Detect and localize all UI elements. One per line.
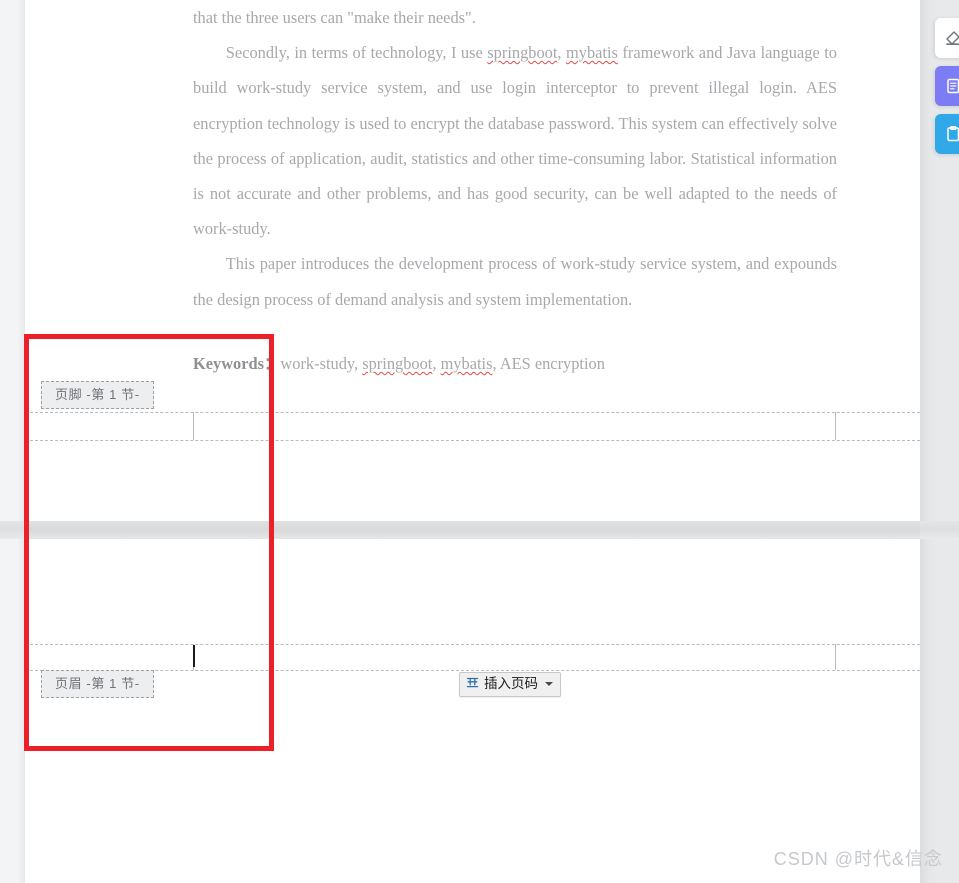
keywords-line[interactable]: Keywords：work-study, springboot, mybatis… (193, 350, 893, 374)
keyword-aes-encryption: AES encryption (499, 354, 605, 373)
header-top-dashed-line (25, 644, 920, 645)
keyword-sep: , (432, 354, 441, 373)
misspelled-word-mybatis[interactable]: mybatis (566, 43, 618, 62)
paragraph-secondly[interactable]: Secondly, in terms of technology, I use … (193, 35, 837, 246)
document-canvas: that the three users can "make their nee… (0, 0, 959, 883)
paragraph-continuation[interactable]: that the three users can "make their nee… (193, 0, 837, 35)
keyword-sep: , (492, 354, 500, 373)
header-right-corner-tick (835, 644, 836, 670)
keyword-sep: , (354, 354, 363, 373)
footer-section-tag: 页脚 -第 1 节- (41, 381, 154, 409)
footer-bottom-dashed-line (25, 440, 920, 441)
misspelled-keyword-springboot[interactable]: springboot (362, 354, 432, 373)
footer-top-dashed-line (25, 412, 920, 413)
text-run: This paper introduces the development pr… (193, 254, 837, 309)
page-left-shadow (17, 0, 25, 521)
header-section-tag: 页眉 -第 1 节- (41, 670, 154, 698)
csdn-watermark: CSDN @时代&信念 (774, 845, 943, 871)
document-page-2[interactable] (25, 539, 920, 883)
page-right-shadow (920, 539, 936, 883)
text-run: that the three users can "make their nee… (193, 8, 476, 27)
clipboard-tool-button[interactable] (935, 114, 959, 154)
page-left-shadow (17, 539, 25, 883)
header-section-tag-label: 页眉 -第 1 节- (55, 676, 140, 691)
paragraph-this-paper[interactable]: This paper introduces the development pr… (193, 246, 837, 316)
footer-left-corner-tick (193, 412, 194, 440)
page-break-gap-inner (25, 521, 920, 539)
csdn-watermark-text: CSDN @时代&信念 (773, 849, 943, 869)
text-run: , (557, 43, 566, 63)
misspelled-word-springboot[interactable]: springboot (487, 43, 557, 62)
chevron-down-icon[interactable] (545, 682, 553, 686)
page-break-gap (0, 521, 959, 539)
note-icon (944, 77, 959, 95)
keywords-label: Keywords (193, 354, 265, 373)
document-body-text[interactable]: that the three users can "make their nee… (193, 0, 837, 317)
eraser-tool-button[interactable] (935, 18, 959, 58)
header-bottom-dashed-line (25, 670, 920, 671)
footer-right-corner-tick (835, 412, 836, 440)
note-tool-button[interactable] (935, 66, 959, 106)
footer-section-tag-label: 页脚 -第 1 节- (55, 387, 140, 402)
page-right-shadow (920, 0, 936, 521)
insert-page-number-button[interactable]: 插入页码 (459, 672, 561, 697)
floating-toolbar (935, 18, 959, 154)
eraser-icon (944, 29, 959, 47)
clipboard-icon (944, 125, 959, 143)
misspelled-keyword-mybatis[interactable]: mybatis (441, 354, 493, 373)
insert-page-number-label: 插入页码 (484, 676, 538, 692)
text-run: framework and Java language to build wor… (193, 43, 837, 239)
keyword-work-study: work-study (280, 354, 355, 373)
text-cursor-caret (193, 645, 195, 667)
keywords-separator: ： (264, 354, 281, 373)
text-run: Secondly, in terms of technology, I use (225, 43, 488, 63)
insert-page-number-icon (466, 676, 479, 692)
